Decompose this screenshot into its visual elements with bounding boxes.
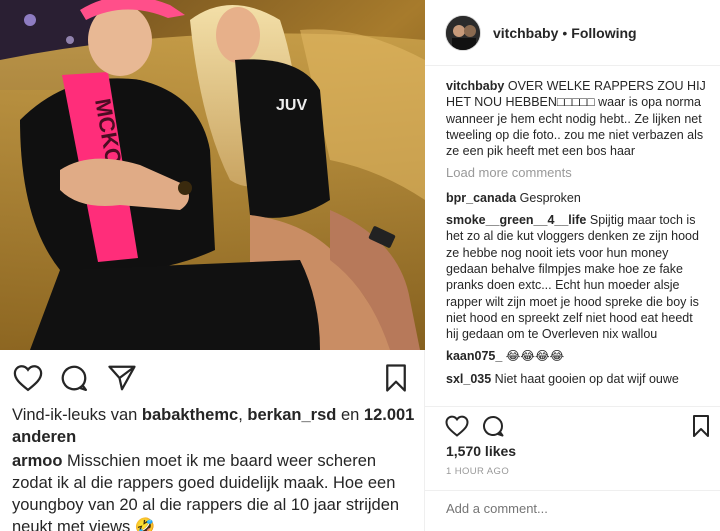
add-comment-input[interactable] bbox=[446, 501, 706, 516]
comment-text: Spijtig maar toch is het zo al die kut v… bbox=[446, 213, 699, 342]
likes-summary: Vind-ik-leuks van babakthemc, berkan_rsd… bbox=[12, 404, 417, 448]
post-side-panel: vitchbaby • Following vitchbaby OVER WEL… bbox=[425, 0, 720, 531]
header-username[interactable]: vitchbaby bbox=[493, 25, 558, 41]
comment-text: Gesproken bbox=[519, 190, 581, 205]
divider bbox=[425, 490, 720, 491]
mobile-post-panel: JUV MCKOOL Vind-ik-leuks van babakthemc,… bbox=[0, 0, 425, 531]
post-photo[interactable]: JUV MCKOOL bbox=[0, 0, 425, 350]
likes-prefix: Vind-ik-leuks van bbox=[12, 406, 142, 424]
heart-icon[interactable] bbox=[12, 362, 44, 394]
caption-username[interactable]: vitchbaby bbox=[446, 79, 504, 93]
avatar[interactable] bbox=[445, 14, 481, 51]
comment-username[interactable]: armoo bbox=[12, 452, 62, 470]
comment-icon[interactable] bbox=[58, 362, 90, 394]
comment-username[interactable]: kaan075_ bbox=[446, 349, 502, 363]
comment-text: 😂😂😂😂 bbox=[505, 349, 565, 364]
svg-text:JUV: JUV bbox=[276, 97, 307, 114]
post-header: vitchbaby • Following bbox=[425, 0, 720, 66]
comment-item: armoo Misschien moet ik me baard weer sc… bbox=[12, 450, 417, 531]
bookmark-icon[interactable] bbox=[380, 362, 412, 394]
mobile-action-bar bbox=[0, 354, 425, 400]
likes-suffix[interactable]: anderen bbox=[12, 428, 76, 446]
bookmark-icon[interactable] bbox=[687, 412, 715, 440]
comment-text: Niet haat gooien op dat wijf ouwe bbox=[494, 371, 679, 386]
share-icon[interactable] bbox=[106, 362, 138, 394]
following-button[interactable]: Following bbox=[571, 25, 636, 41]
divider bbox=[425, 406, 720, 407]
comment-username[interactable]: sxl_035 bbox=[446, 372, 491, 386]
load-more-comments-link[interactable]: Load more comments bbox=[446, 165, 708, 181]
comment-icon[interactable] bbox=[479, 412, 507, 440]
likes-separator: , bbox=[238, 406, 248, 424]
list-item: smoke__green__4__life Spijtig maar toch … bbox=[446, 212, 708, 342]
likes-count[interactable]: 12.001 bbox=[364, 406, 414, 424]
post-timestamp[interactable]: 1 HOUR AGO bbox=[446, 466, 509, 477]
likes-and: en bbox=[336, 406, 364, 424]
caption: vitchbaby OVER WELKE RAPPERS ZOU HIJ HET… bbox=[446, 78, 708, 159]
desktop-action-bar bbox=[437, 410, 717, 442]
list-item: bpr_canada Gesproken bbox=[446, 190, 708, 206]
comment-username[interactable]: smoke__green__4__life bbox=[446, 213, 586, 227]
liker-link-1[interactable]: babakthemc bbox=[142, 406, 238, 424]
list-item: kaan075_ 😂😂😂😂 bbox=[446, 348, 708, 364]
list-item: sxl_035 Niet haat gooien op dat wijf ouw… bbox=[446, 371, 708, 387]
header-dot: • bbox=[562, 24, 568, 41]
comments-list[interactable]: vitchbaby OVER WELKE RAPPERS ZOU HIJ HET… bbox=[446, 78, 708, 404]
likes-count[interactable]: 1,570 likes bbox=[446, 443, 516, 459]
liker-link-2[interactable]: berkan_rsd bbox=[247, 406, 336, 424]
heart-icon[interactable] bbox=[443, 412, 471, 440]
comment-username[interactable]: bpr_canada bbox=[446, 191, 516, 205]
comment-text: Misschien moet ik me baard weer scheren … bbox=[12, 452, 400, 531]
